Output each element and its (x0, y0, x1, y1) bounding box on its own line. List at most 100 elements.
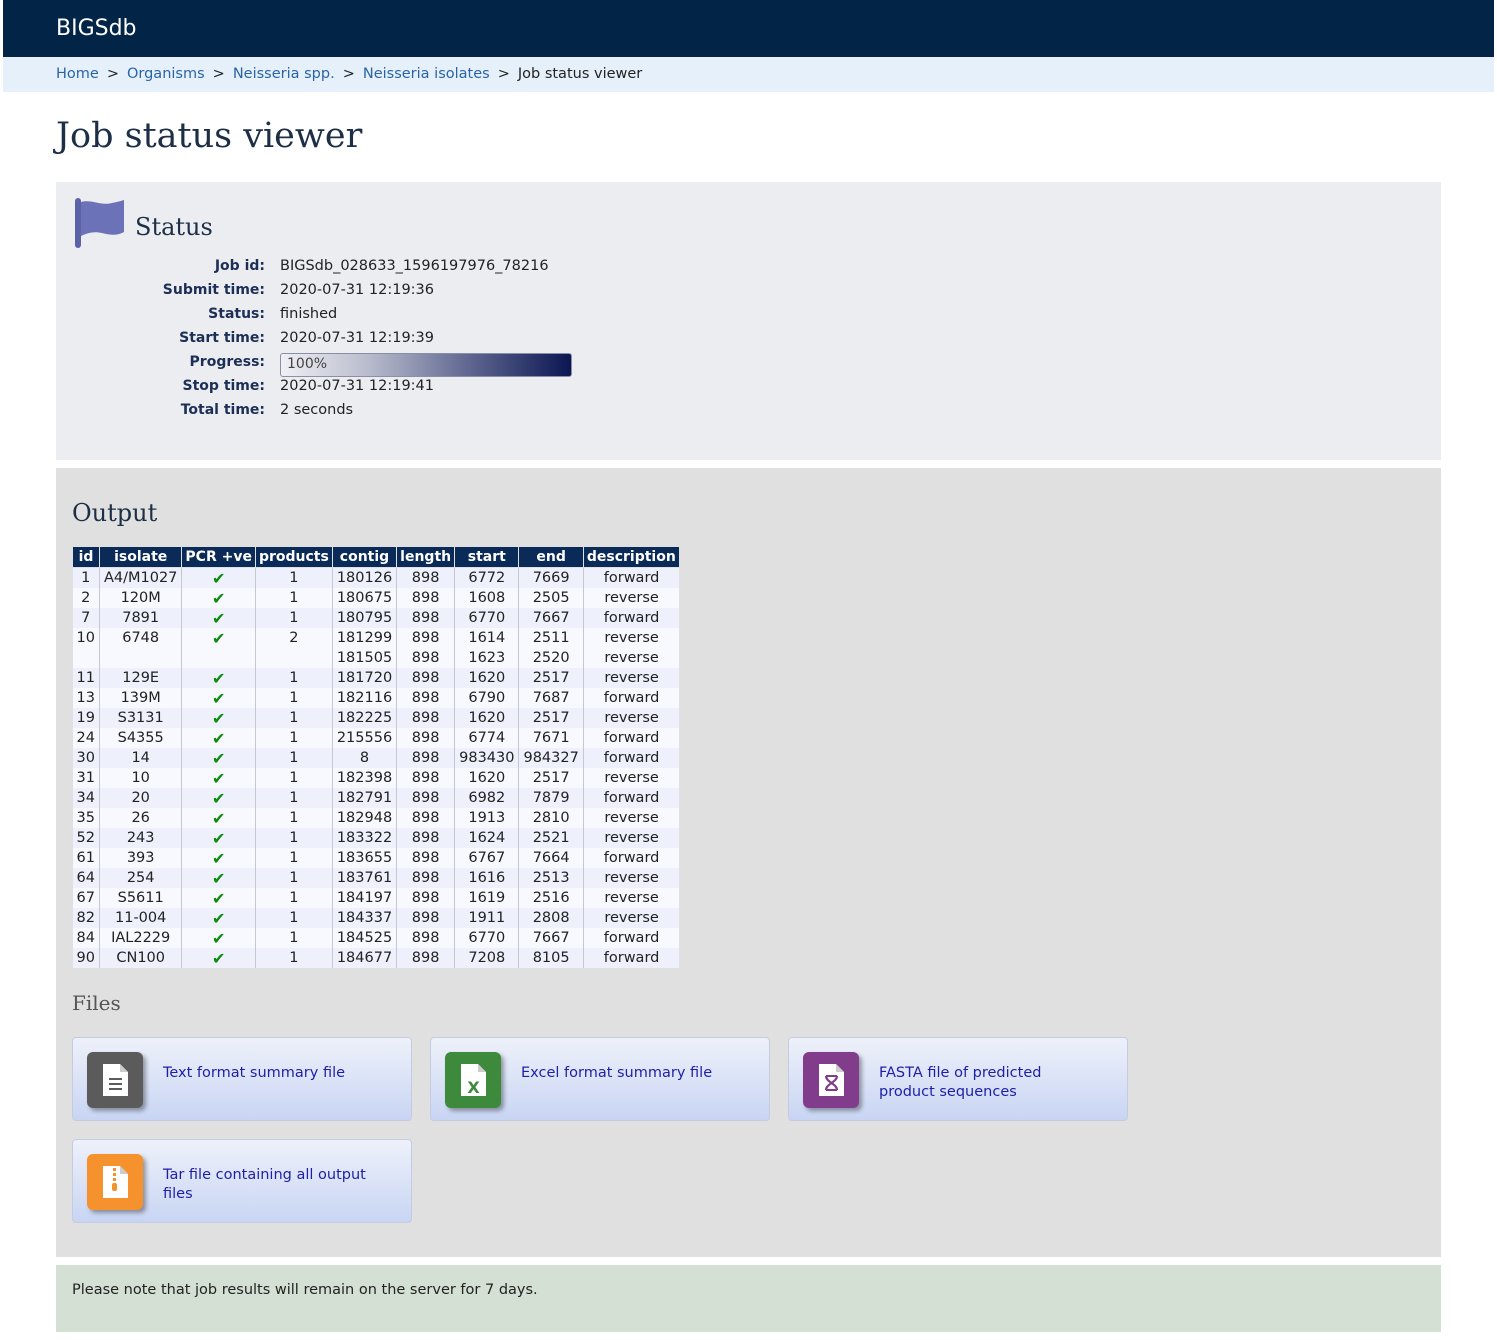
tar-file-label[interactable]: Tar file containing all output files (163, 1166, 383, 1204)
table-cell: 2517 (518, 668, 584, 688)
table-cell: 1 (254, 748, 333, 768)
table-cell: 1913 (454, 808, 519, 828)
check-icon: ✔ (181, 688, 256, 708)
table-cell: 1 (72, 567, 100, 588)
excel-summary-file-label[interactable]: Excel format summary file (521, 1064, 741, 1083)
table-row: 31 10 ✔ 1 182398 898 1620 2517 reverse (72, 768, 680, 788)
column-header: contig (331, 546, 398, 568)
table-row: 34 20 ✔ 1 182791 898 6982 7879 forward (72, 788, 680, 808)
table-cell: 35 (72, 808, 100, 828)
table-cell: 129E (98, 668, 182, 688)
table-cell: 898 (396, 888, 455, 908)
column-header: description (582, 546, 680, 568)
table-cell: forward (582, 848, 680, 868)
table-cell: 7667 (518, 608, 584, 628)
check-icon: ✔ (181, 728, 256, 748)
column-header: products (254, 546, 333, 568)
breadcrumb-organisms[interactable]: Organisms (127, 66, 205, 82)
table-cell: 30 (72, 748, 100, 768)
table-cell: 20 (98, 788, 182, 808)
breadcrumb-neisseria-spp[interactable]: Neisseria spp. (233, 66, 335, 82)
svg-text:X: X (467, 1078, 480, 1097)
table-cell: 2505 (518, 588, 584, 608)
table-cell: 1619 (454, 888, 519, 908)
table-cell: 1 (254, 588, 333, 608)
table-cell: 8 (331, 748, 397, 768)
table-cell: 1623 (454, 648, 519, 668)
table-cell: 898 (396, 567, 455, 588)
check-icon: ✔ (181, 888, 256, 908)
table-cell: S5611 (98, 888, 182, 908)
table-cell: 1 (254, 668, 333, 688)
table-cell: 1 (254, 788, 333, 808)
table-cell: reverse (582, 708, 680, 728)
table-cell: 13 (72, 688, 100, 708)
column-header: start (454, 546, 520, 568)
table-cell: 1 (254, 567, 333, 588)
table-cell: 1 (254, 828, 333, 848)
excel-summary-file-link[interactable]: X Excel format summary file (430, 1037, 770, 1121)
table-cell: 7664 (518, 848, 584, 868)
table-cell: 898 (396, 708, 455, 728)
text-summary-file-link[interactable]: Text format summary file (72, 1037, 412, 1121)
table-row: 82 11-004 ✔ 1 184337 898 1911 2808 reverse (72, 908, 680, 928)
breadcrumb-home[interactable]: Home (56, 66, 99, 82)
top-bar: BIGSdb (3, 0, 1494, 57)
table-cell: 61 (72, 848, 100, 868)
table-row: 181505 898 1623 2520 reverse (72, 648, 680, 668)
table-cell: 7891 (98, 608, 182, 628)
table-cell: 7667 (518, 928, 584, 948)
table-cell: 120M (98, 588, 182, 608)
table-row: 84 IAL2229 ✔ 1 184525 898 6770 7667 forward (72, 928, 680, 948)
table-cell: 898 (396, 828, 455, 848)
results-table: id isolate PCR +ve products contig length star… (72, 546, 680, 968)
column-header: end (518, 546, 584, 568)
table-cell: 182948 (331, 808, 397, 828)
column-header: length (396, 546, 456, 568)
table-cell: 243 (98, 828, 182, 848)
brand-title[interactable]: BIGSdb (56, 16, 137, 41)
table-cell: 1 (254, 768, 333, 788)
check-icon: ✔ (181, 588, 256, 608)
page-title: Job status viewer (56, 116, 363, 156)
table-cell: 1624 (454, 828, 519, 848)
table-cell: reverse (582, 908, 680, 928)
breadcrumb-neisseria-isolates[interactable]: Neisseria isolates (363, 66, 490, 82)
table-cell: 1 (254, 848, 333, 868)
table-cell: 1614 (454, 628, 519, 648)
table-cell: 2517 (518, 708, 584, 728)
fasta-file-link[interactable]: FASTA file of predicted product sequence… (788, 1037, 1128, 1121)
text-summary-file-label[interactable]: Text format summary file (163, 1064, 383, 1083)
table-cell: 1 (254, 948, 333, 968)
table-cell: reverse (582, 868, 680, 888)
table-cell: 1 (254, 908, 333, 928)
table-cell: 898 (396, 848, 455, 868)
check-icon: ✔ (181, 928, 256, 948)
retention-note-text: Please note that job results will remain… (72, 1282, 538, 1298)
table-cell: 10 (72, 628, 100, 648)
fasta-file-label[interactable]: FASTA file of predicted product sequence… (879, 1064, 1099, 1102)
table-cell: forward (582, 948, 680, 968)
table-cell: forward (582, 608, 680, 628)
table-cell: 984327 (518, 748, 584, 768)
table-cell: 898 (396, 788, 455, 808)
table-cell: 181505 (331, 648, 397, 668)
table-row: 52 243 ✔ 1 183322 898 1624 2521 reverse (72, 828, 680, 848)
table-cell: 182791 (331, 788, 397, 808)
check-icon: ✔ (181, 868, 256, 888)
table-cell: 7687 (518, 688, 584, 708)
table-row: 11 129E ✔ 1 181720 898 1620 2517 reverse (72, 668, 680, 688)
table-cell: 184337 (331, 908, 397, 928)
column-header: PCR +ve (181, 546, 256, 568)
table-cell: reverse (582, 628, 680, 648)
table-cell: 7208 (454, 948, 519, 968)
table-cell: 1620 (454, 708, 519, 728)
table-cell: 184677 (331, 948, 397, 968)
check-icon: ✔ (181, 788, 256, 808)
table-cell: 90 (72, 948, 100, 968)
tar-file-link[interactable]: Tar file containing all output files (72, 1139, 412, 1223)
table-cell: 6790 (454, 688, 519, 708)
table-cell: forward (582, 928, 680, 948)
table-cell: 2513 (518, 868, 584, 888)
check-icon: ✔ (181, 668, 256, 688)
